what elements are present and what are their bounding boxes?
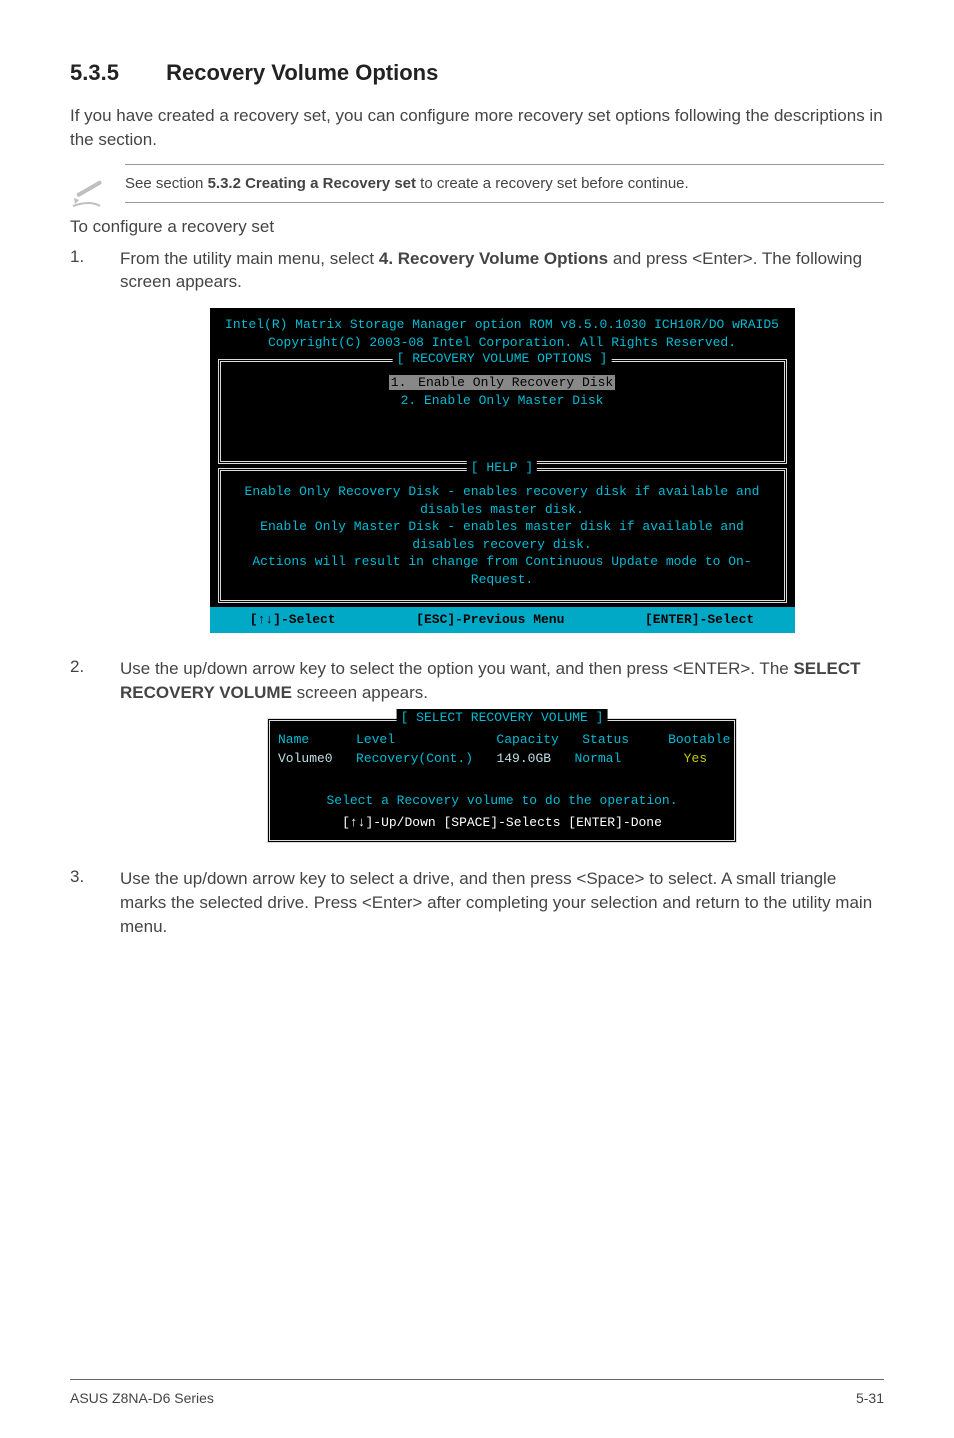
options-box: [ RECOVERY VOLUME OPTIONS ] 1. Enable On… xyxy=(218,359,787,464)
option1-number: 1. xyxy=(389,375,409,390)
step2-before: Use the up/down arrow key to select the … xyxy=(120,659,793,678)
terminal-screenshot-1: Intel(R) Matrix Storage Manager option R… xyxy=(210,308,795,633)
terminal1-header: Intel(R) Matrix Storage Manager option R… xyxy=(210,308,795,355)
option-1-line: 1. Enable Only Recovery Disk xyxy=(231,374,774,392)
terminal1-header-line2: Copyright(C) 2003-08 Intel Corporation. … xyxy=(214,334,791,352)
select-recovery-message: Select a Recovery volume to do the opera… xyxy=(278,792,726,810)
table-row: Volume0 Recovery(Cont.) 149.0GB Normal Y… xyxy=(278,750,726,768)
note-block: See section 5.3.2 Creating a Recovery se… xyxy=(70,164,884,209)
options-box-title: [ RECOVERY VOLUME OPTIONS ] xyxy=(393,350,612,368)
pencil-icon xyxy=(70,164,125,209)
section-heading: 5.3.5 Recovery Volume Options xyxy=(70,60,884,86)
page-footer: ASUS Z8NA-D6 Series 5-31 xyxy=(70,1379,884,1406)
option-2-line: 2. Enable Only Master Disk xyxy=(231,392,774,410)
step-number: 3. xyxy=(70,867,120,938)
intro-paragraph: If you have created a recovery set, you … xyxy=(70,104,884,152)
help-line1: Enable Only Recovery Disk - enables reco… xyxy=(231,483,774,501)
section-number: 5.3.5 xyxy=(70,60,160,86)
steps-list: 1. From the utility main menu, select 4.… xyxy=(70,247,884,939)
option1-text: Enable Only Recovery Disk xyxy=(408,375,615,390)
step-number: 2. xyxy=(70,657,120,857)
row-capacity: 149.0GB xyxy=(496,751,551,766)
step-number: 1. xyxy=(70,247,120,647)
help-box-title: [ HELP ] xyxy=(467,459,537,477)
pencil-note-icon xyxy=(70,164,125,209)
terminal1-footer: [↑↓]-Select [ESC]-Previous Menu [ENTER]-… xyxy=(210,607,795,633)
option2-text: Enable Only Master Disk xyxy=(416,393,603,408)
help-box: [ HELP ] Enable Only Recovery Disk - ena… xyxy=(218,468,787,603)
note-prefix: See section xyxy=(125,175,208,192)
step-body: Use the up/down arrow key to select the … xyxy=(120,657,884,857)
option2-number: 2. xyxy=(401,393,417,408)
table-columns: Name Level Capacity Status Bootable xyxy=(278,731,726,749)
footer-left: ASUS Z8NA-D6 Series xyxy=(70,1390,214,1406)
help-line5: Actions will result in change from Conti… xyxy=(231,553,774,588)
select-recovery-keys: [↑↓]-Up/Down [SPACE]-Selects [ENTER]-Don… xyxy=(278,814,726,832)
note-suffix: to create a recovery set before continue… xyxy=(416,175,689,192)
step-3: 3. Use the up/down arrow key to select a… xyxy=(70,867,884,938)
footer-right: 5-31 xyxy=(856,1390,884,1406)
step-2: 2. Use the up/down arrow key to select t… xyxy=(70,657,884,857)
step-body: From the utility main menu, select 4. Re… xyxy=(120,247,884,647)
row-name: Volume0 xyxy=(278,751,333,766)
help-line4: disables recovery disk. xyxy=(231,536,774,554)
help-line2: disables master disk. xyxy=(231,501,774,519)
configure-subheading: To configure a recovery set xyxy=(70,217,884,237)
note-text: See section 5.3.2 Creating a Recovery se… xyxy=(125,164,884,203)
row-bootable: Yes xyxy=(621,751,707,766)
note-bold: 5.3.2 Creating a Recovery set xyxy=(208,175,416,192)
step-1: 1. From the utility main menu, select 4.… xyxy=(70,247,884,647)
terminal-screenshot-2: [ SELECT RECOVERY VOLUME ] Name Level Ca… xyxy=(267,718,737,843)
terminal1-header-line1: Intel(R) Matrix Storage Manager option R… xyxy=(214,316,791,334)
step-body: Use the up/down arrow key to select a dr… xyxy=(120,867,884,938)
select-recovery-title: [ SELECT RECOVERY VOLUME ] xyxy=(397,709,608,727)
step1-bold: 4. Recovery Volume Options xyxy=(379,249,608,268)
step1-before: From the utility main menu, select xyxy=(120,249,379,268)
row-level: Recovery(Cont.) xyxy=(333,751,497,766)
select-recovery-box: [ SELECT RECOVERY VOLUME ] Name Level Ca… xyxy=(267,718,737,843)
help-line3: Enable Only Master Disk - enables master… xyxy=(231,518,774,536)
section-title: Recovery Volume Options xyxy=(166,60,438,85)
step2-after: screeen appears. xyxy=(292,683,428,702)
footer-enter: [ENTER]-Select xyxy=(645,611,754,629)
row-status: Normal xyxy=(551,751,621,766)
footer-select: [↑↓]-Select xyxy=(250,611,336,629)
footer-escape: [ESC]-Previous Menu xyxy=(416,611,564,629)
